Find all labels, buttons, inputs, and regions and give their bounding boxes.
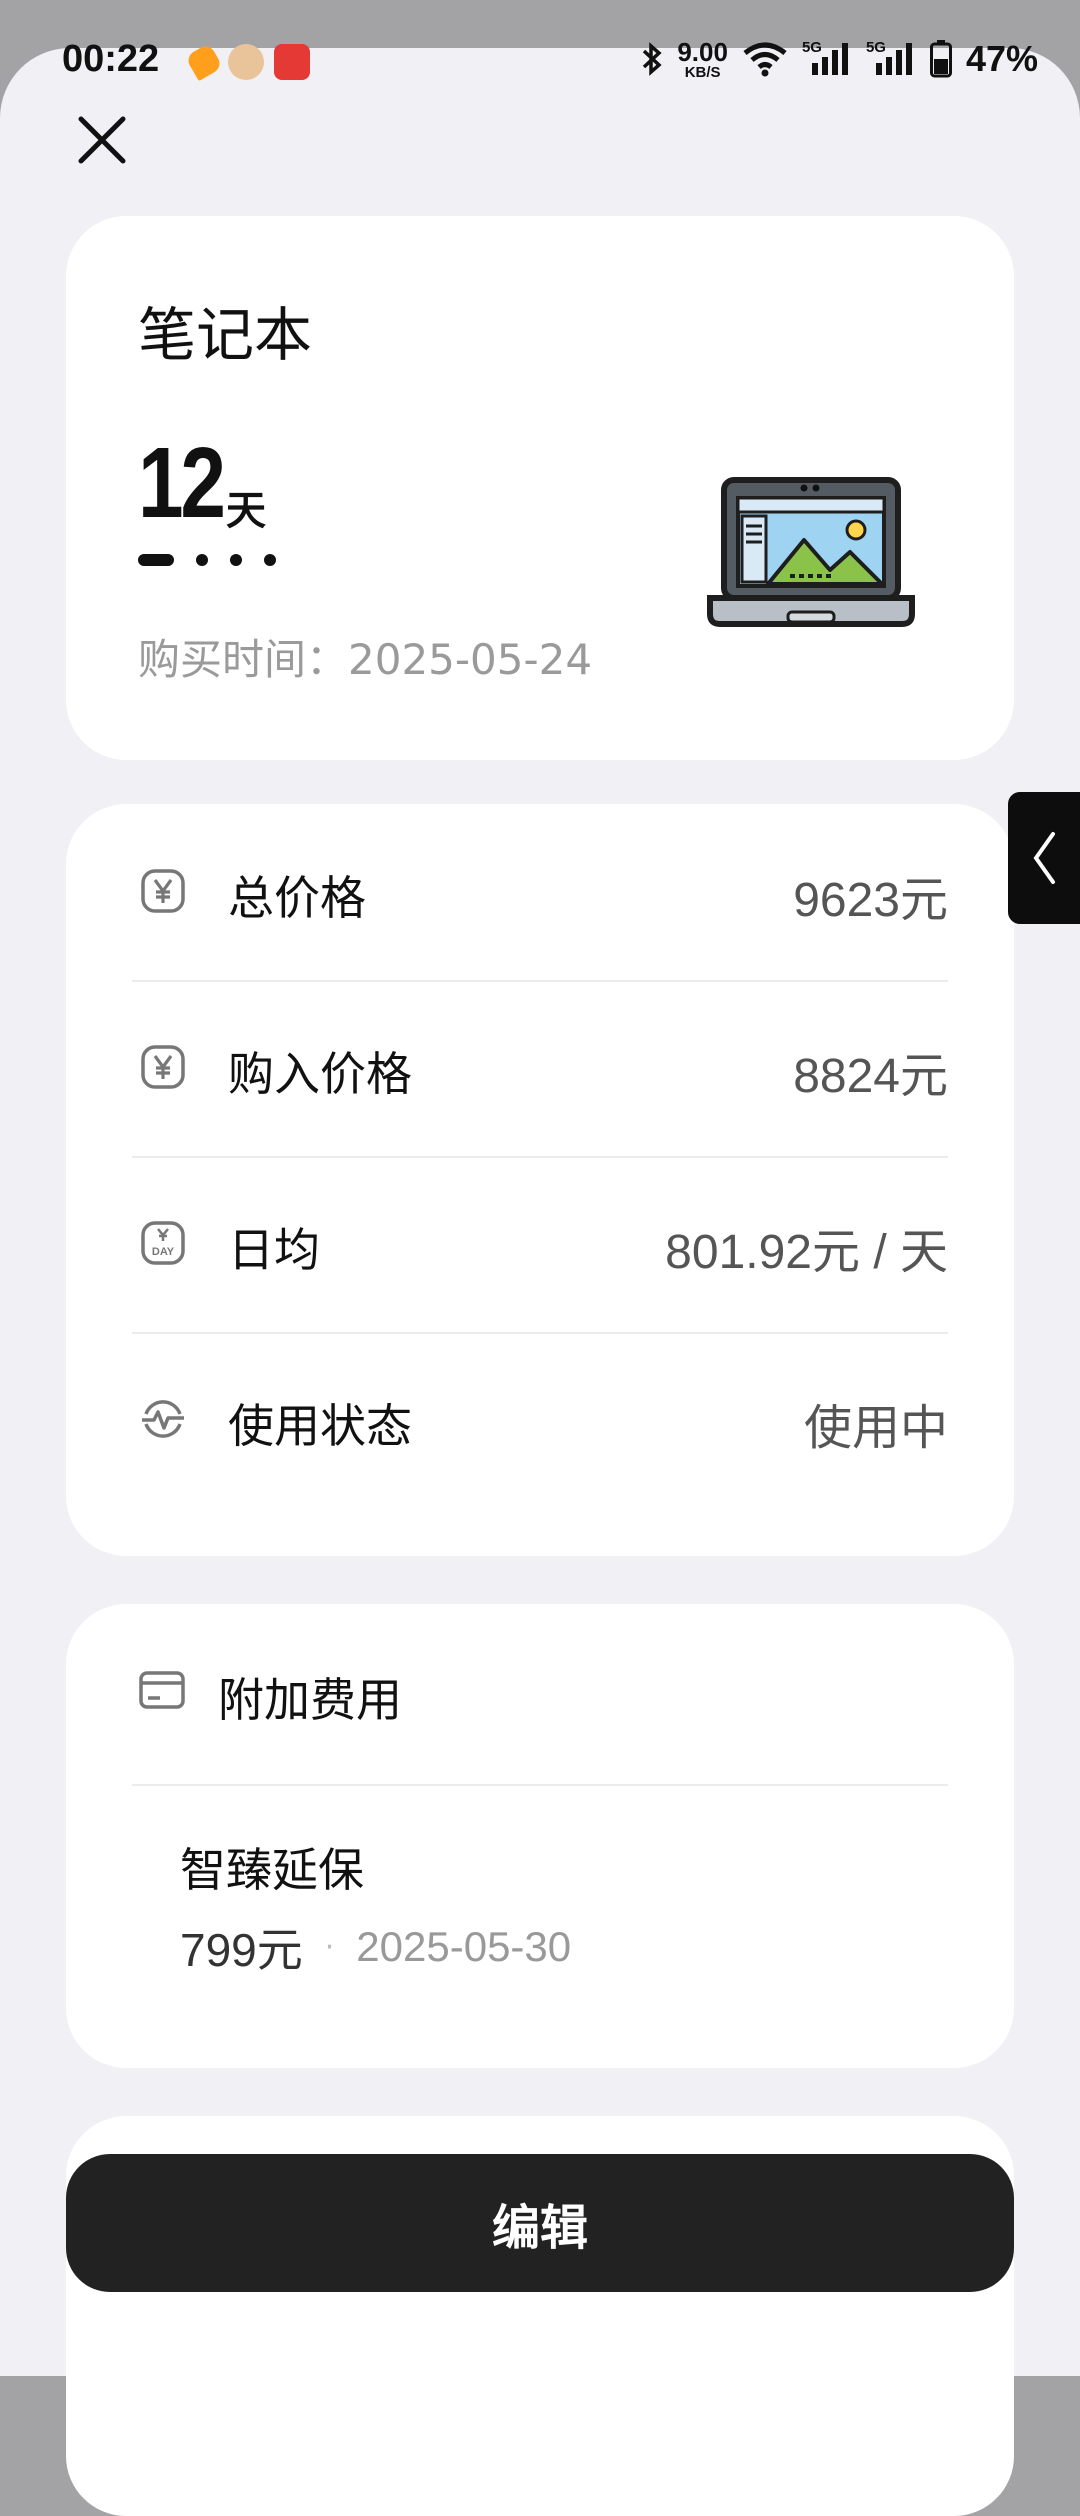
notification-icons	[184, 42, 310, 82]
daily-average-label: 日均	[228, 1223, 320, 1277]
pulse-icon	[142, 1400, 184, 1438]
extra-costs-card: 附加费用 智臻延保 799元 · 2025-05-30	[66, 1604, 1014, 2068]
close-icon	[78, 116, 126, 164]
extra-cost-name: 智臻延保	[180, 1843, 364, 1897]
extra-costs-title: 附加费用	[218, 1673, 402, 1727]
days-used-number: 12	[138, 427, 226, 539]
page-dot-active[interactable]	[138, 554, 174, 566]
yen-icon	[141, 1045, 185, 1089]
page-indicator[interactable]	[138, 554, 276, 566]
purchase-price-row: 购入价格 8824元	[132, 980, 948, 1158]
usage-status-value: 使用中	[803, 1402, 948, 1455]
purchase-date: 2025-05-24	[348, 635, 593, 684]
signal-bars-icon	[875, 43, 912, 75]
usage-status-label: 使用状态	[228, 1399, 412, 1453]
edit-button[interactable]: 编辑	[66, 2154, 1014, 2292]
purchase-time-label: 购买时间：	[138, 635, 349, 684]
price-details-card: 总价格 9623元 购入价格 8824元 DAY 日均 801.92元 / 天 …	[66, 804, 1014, 1556]
extra-cost-meta: 799元 · 2025-05-30	[180, 1914, 571, 1980]
bluetooth-icon	[643, 42, 662, 76]
signal-strength-1: 5G	[802, 39, 852, 77]
total-price-row: 总价格 9623元	[132, 804, 948, 982]
app-notification-icon	[274, 44, 310, 80]
chevron-left-icon	[1033, 832, 1055, 884]
daily-average-row: DAY 日均 801.92元 / 天	[132, 1156, 948, 1334]
extra-costs-header: 附加费用	[132, 1604, 948, 1786]
app-notification-icon	[228, 44, 264, 80]
status-time: 00:22	[62, 38, 160, 80]
status-bar: 00:22 9.00 KB/S 5G 5G 47%	[0, 0, 1080, 120]
item-title: 笔记本	[138, 301, 313, 369]
network-speed: 9.00 KB/S	[677, 36, 728, 81]
battery-icon	[929, 40, 952, 78]
separator-dot: ·	[324, 1929, 335, 1965]
total-price-value: 9623元	[793, 874, 948, 927]
laptop-icon	[707, 477, 915, 627]
day-yen-icon: DAY	[141, 1221, 185, 1265]
page-dot[interactable]	[264, 554, 276, 566]
purchase-price-label: 购入价格	[228, 1047, 412, 1101]
usage-status-row: 使用状态 使用中	[132, 1332, 948, 1508]
wifi-icon	[743, 42, 787, 77]
card-icon	[139, 1671, 185, 1709]
status-indicators: 9.00 KB/S 5G 5G 47%	[641, 38, 1038, 80]
battery-percentage: 47%	[965, 38, 1038, 79]
app-notification-icon	[184, 42, 224, 82]
total-price-label: 总价格	[228, 871, 366, 925]
purchase-time: 购买时间：2025-05-24	[138, 626, 592, 687]
svg-text:DAY: DAY	[152, 1246, 175, 1258]
daily-average-value: 801.92元 / 天	[665, 1226, 948, 1279]
page-dot[interactable]	[196, 554, 208, 566]
signal-strength-2: 5G	[866, 39, 916, 77]
extra-cost-amount: 799元	[180, 1924, 303, 1976]
purchase-price-value: 8824元	[793, 1050, 948, 1103]
days-unit: 天	[226, 488, 266, 534]
extra-cost-date: 2025-05-30	[356, 1923, 572, 1970]
page-dot[interactable]	[230, 554, 242, 566]
side-panel-tab[interactable]	[1008, 792, 1080, 924]
yen-icon	[141, 869, 185, 913]
item-summary-card: 笔记本 12 天 购买时间：2025-05-24	[66, 216, 1014, 760]
signal-bars-icon	[811, 43, 848, 75]
